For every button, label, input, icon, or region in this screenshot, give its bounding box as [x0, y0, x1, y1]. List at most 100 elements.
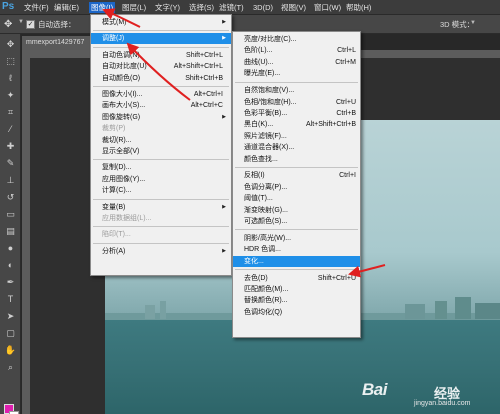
menu-item-label: HDR 色调...: [244, 246, 281, 254]
menu-item-label: 陷印(T)...: [102, 231, 131, 239]
menu-item-图像大小[interactable]: 图像大小(I)... Alt+Ctrl+I: [91, 89, 231, 100]
menu-item-可选颜色[interactable]: 可选颜色(S)...: [233, 216, 360, 227]
dodge-tool-icon[interactable]: ◐: [3, 258, 18, 273]
path-selection-tool-icon[interactable]: ➤: [3, 309, 18, 324]
menu-item-画布大小[interactable]: 画布大小(S)... Alt+Ctrl+C: [91, 100, 231, 111]
zoom-tool-icon[interactable]: ⌕: [3, 360, 18, 375]
menu-item-色阶[interactable]: 色阶(L)... Ctrl+L: [233, 45, 360, 56]
menu-window[interactable]: 窗口(W): [312, 2, 343, 13]
menu-item-模式[interactable]: 模式(M) ▶: [91, 17, 231, 28]
menu-view[interactable]: 视图(V): [279, 2, 308, 13]
menu-item-照片滤镜[interactable]: 照片滤镜(F)...: [233, 131, 360, 142]
menu-item-label: 变量(B): [102, 203, 126, 211]
blur-tool-icon[interactable]: ●: [3, 241, 18, 256]
clone-stamp-tool-icon[interactable]: ⊥: [3, 173, 18, 188]
menu-item-HDR 色调[interactable]: HDR 色调...: [233, 244, 360, 255]
menu-item-颜色查找[interactable]: 颜色查找...: [233, 154, 360, 165]
move-tool-icon[interactable]: ✥: [4, 18, 17, 31]
type-tool-icon[interactable]: T: [3, 292, 18, 307]
pen-tool-icon[interactable]: ✒: [3, 275, 18, 290]
menu-item-显示全部[interactable]: 显示全部(V): [91, 146, 231, 157]
menu-item-裁切[interactable]: 裁切(R)...: [91, 135, 231, 146]
menu-item-渐变映射[interactable]: 渐变映射(G)...: [233, 205, 360, 216]
menu-item-色调均化[interactable]: 色调均化(Q): [233, 307, 360, 318]
menu-separator: [235, 229, 358, 231]
menu-item-调整[interactable]: 调整(J) ▶: [91, 33, 231, 45]
eyedropper-tool-icon[interactable]: ⁄: [3, 122, 18, 137]
menu-item-应用图像[interactable]: 应用图像(Y)...: [91, 174, 231, 185]
menu-filter[interactable]: 滤镜(T): [217, 2, 246, 13]
menu-item-label: 调整(J): [102, 35, 125, 43]
menu-item-去色[interactable]: 去色(D) Shift+Ctrl+U: [233, 273, 360, 284]
watermark-brand: Bai: [362, 380, 387, 399]
menu-item-分析[interactable]: 分析(A) ▶: [91, 246, 231, 257]
menu-item-自动色调[interactable]: 自动色调(N) Shift+Ctrl+L: [91, 50, 231, 61]
hand-tool-icon[interactable]: ✋: [3, 343, 18, 358]
document-tab[interactable]: mmexport1429767: [22, 36, 92, 50]
menu-item-反相[interactable]: 反相(I) Ctrl+I: [233, 170, 360, 181]
menu-item-阴影/高光[interactable]: 阴影/高光(W)...: [233, 233, 360, 244]
menu-item-shortcut: Ctrl+B: [336, 109, 356, 117]
menu-edit[interactable]: 编辑(E): [52, 2, 81, 13]
menu-type[interactable]: 文字(Y): [153, 2, 182, 13]
menu-image[interactable]: 图像(I): [89, 2, 116, 13]
menu-item-图像旋转[interactable]: 图像旋转(G) ▶: [91, 112, 231, 123]
menu-item-色调分离[interactable]: 色调分离(P)...: [233, 182, 360, 193]
menu-file[interactable]: 文件(F): [22, 2, 51, 13]
submenu-arrow-icon: ▶: [222, 19, 226, 25]
menu-item-通道混合器[interactable]: 通道混合器(X)...: [233, 142, 360, 153]
menu-item-label: 色调均化(Q): [244, 308, 283, 316]
move-tool-icon[interactable]: ✥: [3, 37, 18, 52]
chevron-down-icon[interactable]: ▼: [470, 20, 476, 26]
menu-help[interactable]: 帮助(H): [344, 2, 373, 13]
menu-item-阈值[interactable]: 阈值(T)...: [233, 193, 360, 204]
menu-item-自动对比度[interactable]: 自动对比度(U) Alt+Shift+Ctrl+L: [91, 61, 231, 72]
tools-panel: ✥ ⬚ ℓ ✦ ⌗ ⁄ ✚ ✎ ⊥ ↺ ▭ ▤ ● ◐ ✒ T ➤ ▢ ✋ ⌕: [0, 34, 21, 414]
lasso-tool-icon[interactable]: ℓ: [3, 71, 18, 86]
menu-item-label: 可选颜色(S)...: [244, 218, 288, 225]
menu-item-色彩平衡[interactable]: 色彩平衡(B)... Ctrl+B: [233, 108, 360, 119]
auto-select-checkbox[interactable]: ✓: [26, 20, 35, 29]
menu-item-shortcut: Shift+Ctrl+L: [186, 51, 223, 59]
menu-item-label: 亮度/对比度(C)...: [244, 36, 297, 43]
healing-brush-tool-icon[interactable]: ✚: [3, 139, 18, 154]
gradient-tool-icon[interactable]: ▤: [3, 224, 18, 239]
menu-item-自动颜色[interactable]: 自动颜色(O) Shift+Ctrl+B: [91, 73, 231, 84]
marquee-tool-icon[interactable]: ⬚: [3, 54, 18, 69]
menu-layer[interactable]: 图层(L): [120, 2, 148, 13]
menu-3d[interactable]: 3D(D): [251, 2, 275, 13]
menu-item-shortcut: Alt+Shift+Ctrl+B: [306, 121, 356, 129]
menu-select[interactable]: 选择(S): [187, 2, 216, 13]
menu-item-label: 变化...: [244, 257, 264, 265]
menu-item-shortcut: Shift+Ctrl+U: [317, 274, 356, 282]
menu-item-曝光度[interactable]: 曝光度(E)...: [233, 68, 360, 79]
menu-item-label: 通道混合器(X)...: [244, 144, 295, 152]
menu-item-变化[interactable]: 变化...: [233, 255, 360, 267]
chevron-down-icon[interactable]: ▼: [18, 19, 24, 25]
menu-item-label: 匹配颜色(M)...: [244, 286, 289, 293]
menu-item-复制[interactable]: 复制(D)...: [91, 162, 231, 173]
magic-wand-tool-icon[interactable]: ✦: [3, 88, 18, 103]
brush-tool-icon[interactable]: ✎: [3, 156, 18, 171]
history-brush-tool-icon[interactable]: ↺: [3, 190, 18, 205]
menu-item-替换颜色[interactable]: 替换颜色(R)...: [233, 295, 360, 306]
submenu-arrow-icon: ▶: [222, 203, 226, 210]
menu-item-label: 裁剪(P): [102, 125, 126, 133]
menu-item-自然饱和度[interactable]: 自然饱和度(V)...: [233, 85, 360, 96]
menu-item-匹配颜色[interactable]: 匹配颜色(M)...: [233, 284, 360, 295]
submenu-arrow-icon: ▶: [222, 113, 226, 120]
menu-item-裁剪: 裁剪(P): [91, 123, 231, 134]
menu-item-色相/饱和度[interactable]: 色相/饱和度(H)... Ctrl+U: [233, 97, 360, 108]
menu-item-曲线[interactable]: 曲线(U)... Ctrl+M: [233, 57, 360, 68]
eraser-tool-icon[interactable]: ▭: [3, 207, 18, 222]
menu-item-shortcut: Ctrl+M: [335, 58, 356, 66]
menu-item-黑白[interactable]: 黑白(K)... Alt+Shift+Ctrl+B: [233, 119, 360, 130]
menu-item-label: 显示全部(V): [102, 148, 140, 155]
menu-item-label: 分析(A): [102, 247, 126, 255]
menu-item-变量[interactable]: 变量(B) ▶: [91, 202, 231, 213]
menu-item-计算[interactable]: 计算(C)...: [91, 185, 231, 196]
crop-tool-icon[interactable]: ⌗: [3, 105, 18, 120]
menu-item-shortcut: Ctrl+U: [335, 98, 356, 106]
menu-item-亮度/对比度[interactable]: 亮度/对比度(C)...: [233, 34, 360, 45]
shape-tool-icon[interactable]: ▢: [3, 326, 18, 341]
